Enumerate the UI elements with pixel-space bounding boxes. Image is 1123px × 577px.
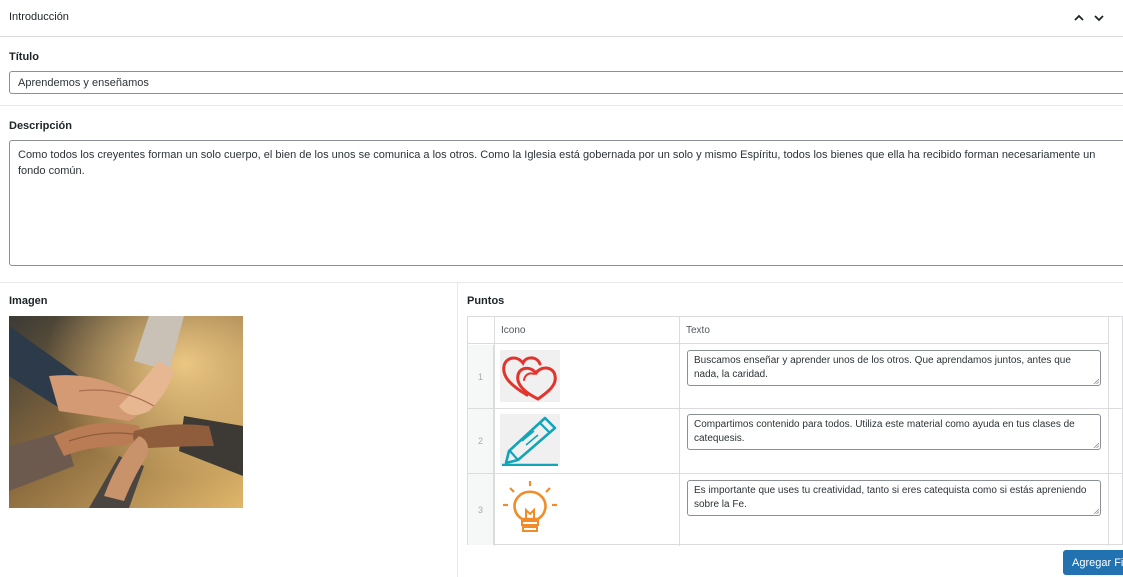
row-3-texto-textarea[interactable]: Es importante que uses tu creatividad, t… — [687, 480, 1101, 516]
column-divider — [1108, 317, 1109, 546]
titulo-label: Título — [9, 51, 39, 63]
puntos-table: Icono Texto 1 Buscamos enseñar y aprende… — [467, 316, 1123, 546]
chevron-up-icon — [1074, 14, 1084, 21]
panel-title: Introducción — [9, 11, 69, 23]
titulo-value: Aprendemos y enseñamos — [18, 76, 149, 89]
column-header-icono: Icono — [494, 317, 679, 344]
column-divider — [679, 317, 680, 546]
divider — [0, 105, 1123, 106]
resize-handle-icon[interactable] — [1093, 378, 1099, 384]
row-divider — [468, 408, 1123, 409]
add-row-button[interactable]: Agregar Fila — [1063, 550, 1123, 575]
resize-handle-icon[interactable] — [1093, 442, 1099, 448]
resize-handle-icon[interactable] — [1093, 508, 1099, 514]
row-handle-3[interactable]: 3 — [468, 474, 494, 545]
stacked-hands-photo — [9, 316, 243, 508]
descripcion-textarea[interactable]: Como todos los creyentes forman un solo … — [9, 140, 1123, 266]
row-1-icon-image[interactable] — [500, 350, 560, 402]
row-3-icon-image[interactable] — [500, 479, 560, 539]
descripcion-label: Descripción — [9, 120, 72, 132]
move-down-button[interactable] — [1090, 9, 1108, 27]
divider — [0, 282, 1123, 283]
row-handle-1[interactable]: 1 — [468, 345, 494, 408]
imagen-label: Imagen — [9, 295, 48, 307]
descripcion-value: Como todos los creyentes forman un solo … — [18, 149, 1096, 177]
panel-header: Introducción — [0, 0, 1123, 37]
puntos-label: Puntos — [467, 295, 505, 307]
column-header-texto: Texto — [679, 317, 1109, 344]
row-1-texto-textarea[interactable]: Buscamos enseñar y aprender unos de los … — [687, 350, 1101, 386]
row-handle-header — [468, 317, 494, 344]
row-handle-2[interactable]: 2 — [468, 409, 494, 473]
row-2-texto-textarea[interactable]: Compartimos contenido para todos. Utiliz… — [687, 414, 1101, 450]
row-divider — [468, 473, 1123, 474]
hearts-icon — [502, 356, 557, 401]
chevron-down-icon — [1094, 15, 1104, 22]
titulo-input[interactable]: Aprendemos y enseñamos — [9, 71, 1123, 94]
column-divider — [457, 283, 458, 577]
column-divider — [494, 317, 495, 546]
row-2-icon-image[interactable] — [500, 414, 560, 466]
move-up-button[interactable] — [1070, 9, 1088, 27]
image-preview[interactable] — [9, 316, 243, 508]
lightbulb-icon — [503, 481, 557, 532]
pencil-icon — [502, 416, 558, 466]
